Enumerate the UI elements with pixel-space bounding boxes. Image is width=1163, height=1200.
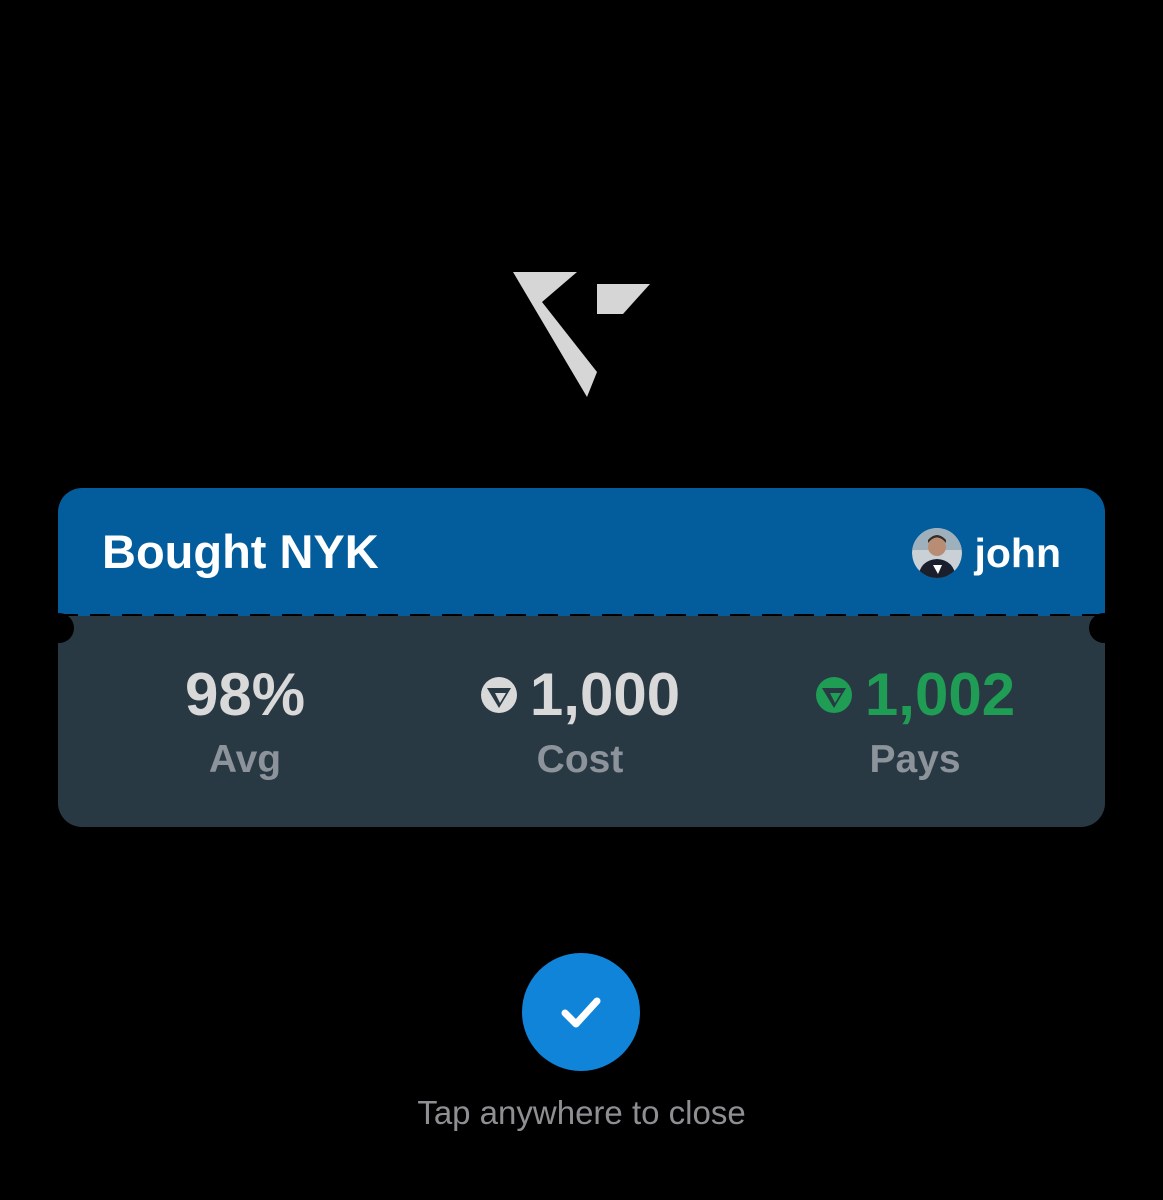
confirm-button[interactable] — [522, 953, 640, 1071]
stat-pays-value-text: 1,002 — [864, 661, 1016, 728]
stat-cost-value: 1,000 — [430, 660, 730, 730]
ticket-title: Bought NYK — [102, 525, 379, 578]
stat-pays-label: Pays — [869, 738, 961, 781]
ticket-notch-left — [44, 613, 74, 643]
close-hint: Tap anywhere to close — [417, 1094, 746, 1131]
stat-avg-value-text: 98% — [184, 661, 306, 728]
stat-pays: 1,002 Pays — [765, 660, 1065, 790]
username: john — [974, 530, 1061, 576]
stat-cost-value-text: 1,000 — [529, 661, 681, 728]
ticket-notch-right — [1089, 613, 1119, 643]
ticket-header: Bought NYK john — [58, 488, 1105, 618]
stat-cost-label: Cost — [536, 738, 624, 781]
user-chip[interactable]: john — [912, 527, 1061, 579]
coin-icon — [480, 677, 517, 713]
stat-pays-value: 1,002 — [765, 660, 1065, 730]
dismiss-overlay[interactable]: Bought NYK john 98% Avg 1,000 Cost 1,002… — [0, 0, 1163, 1200]
app-logo-icon — [513, 272, 650, 397]
stat-cost: 1,000 Cost — [430, 660, 730, 790]
stat-avg-label: Avg — [208, 738, 282, 781]
checkmark-icon — [561, 997, 601, 1028]
stat-avg-value: 98% — [95, 660, 395, 730]
avatar-icon — [912, 528, 963, 578]
stat-avg: 98% Avg — [95, 660, 395, 790]
coin-icon — [815, 677, 852, 713]
